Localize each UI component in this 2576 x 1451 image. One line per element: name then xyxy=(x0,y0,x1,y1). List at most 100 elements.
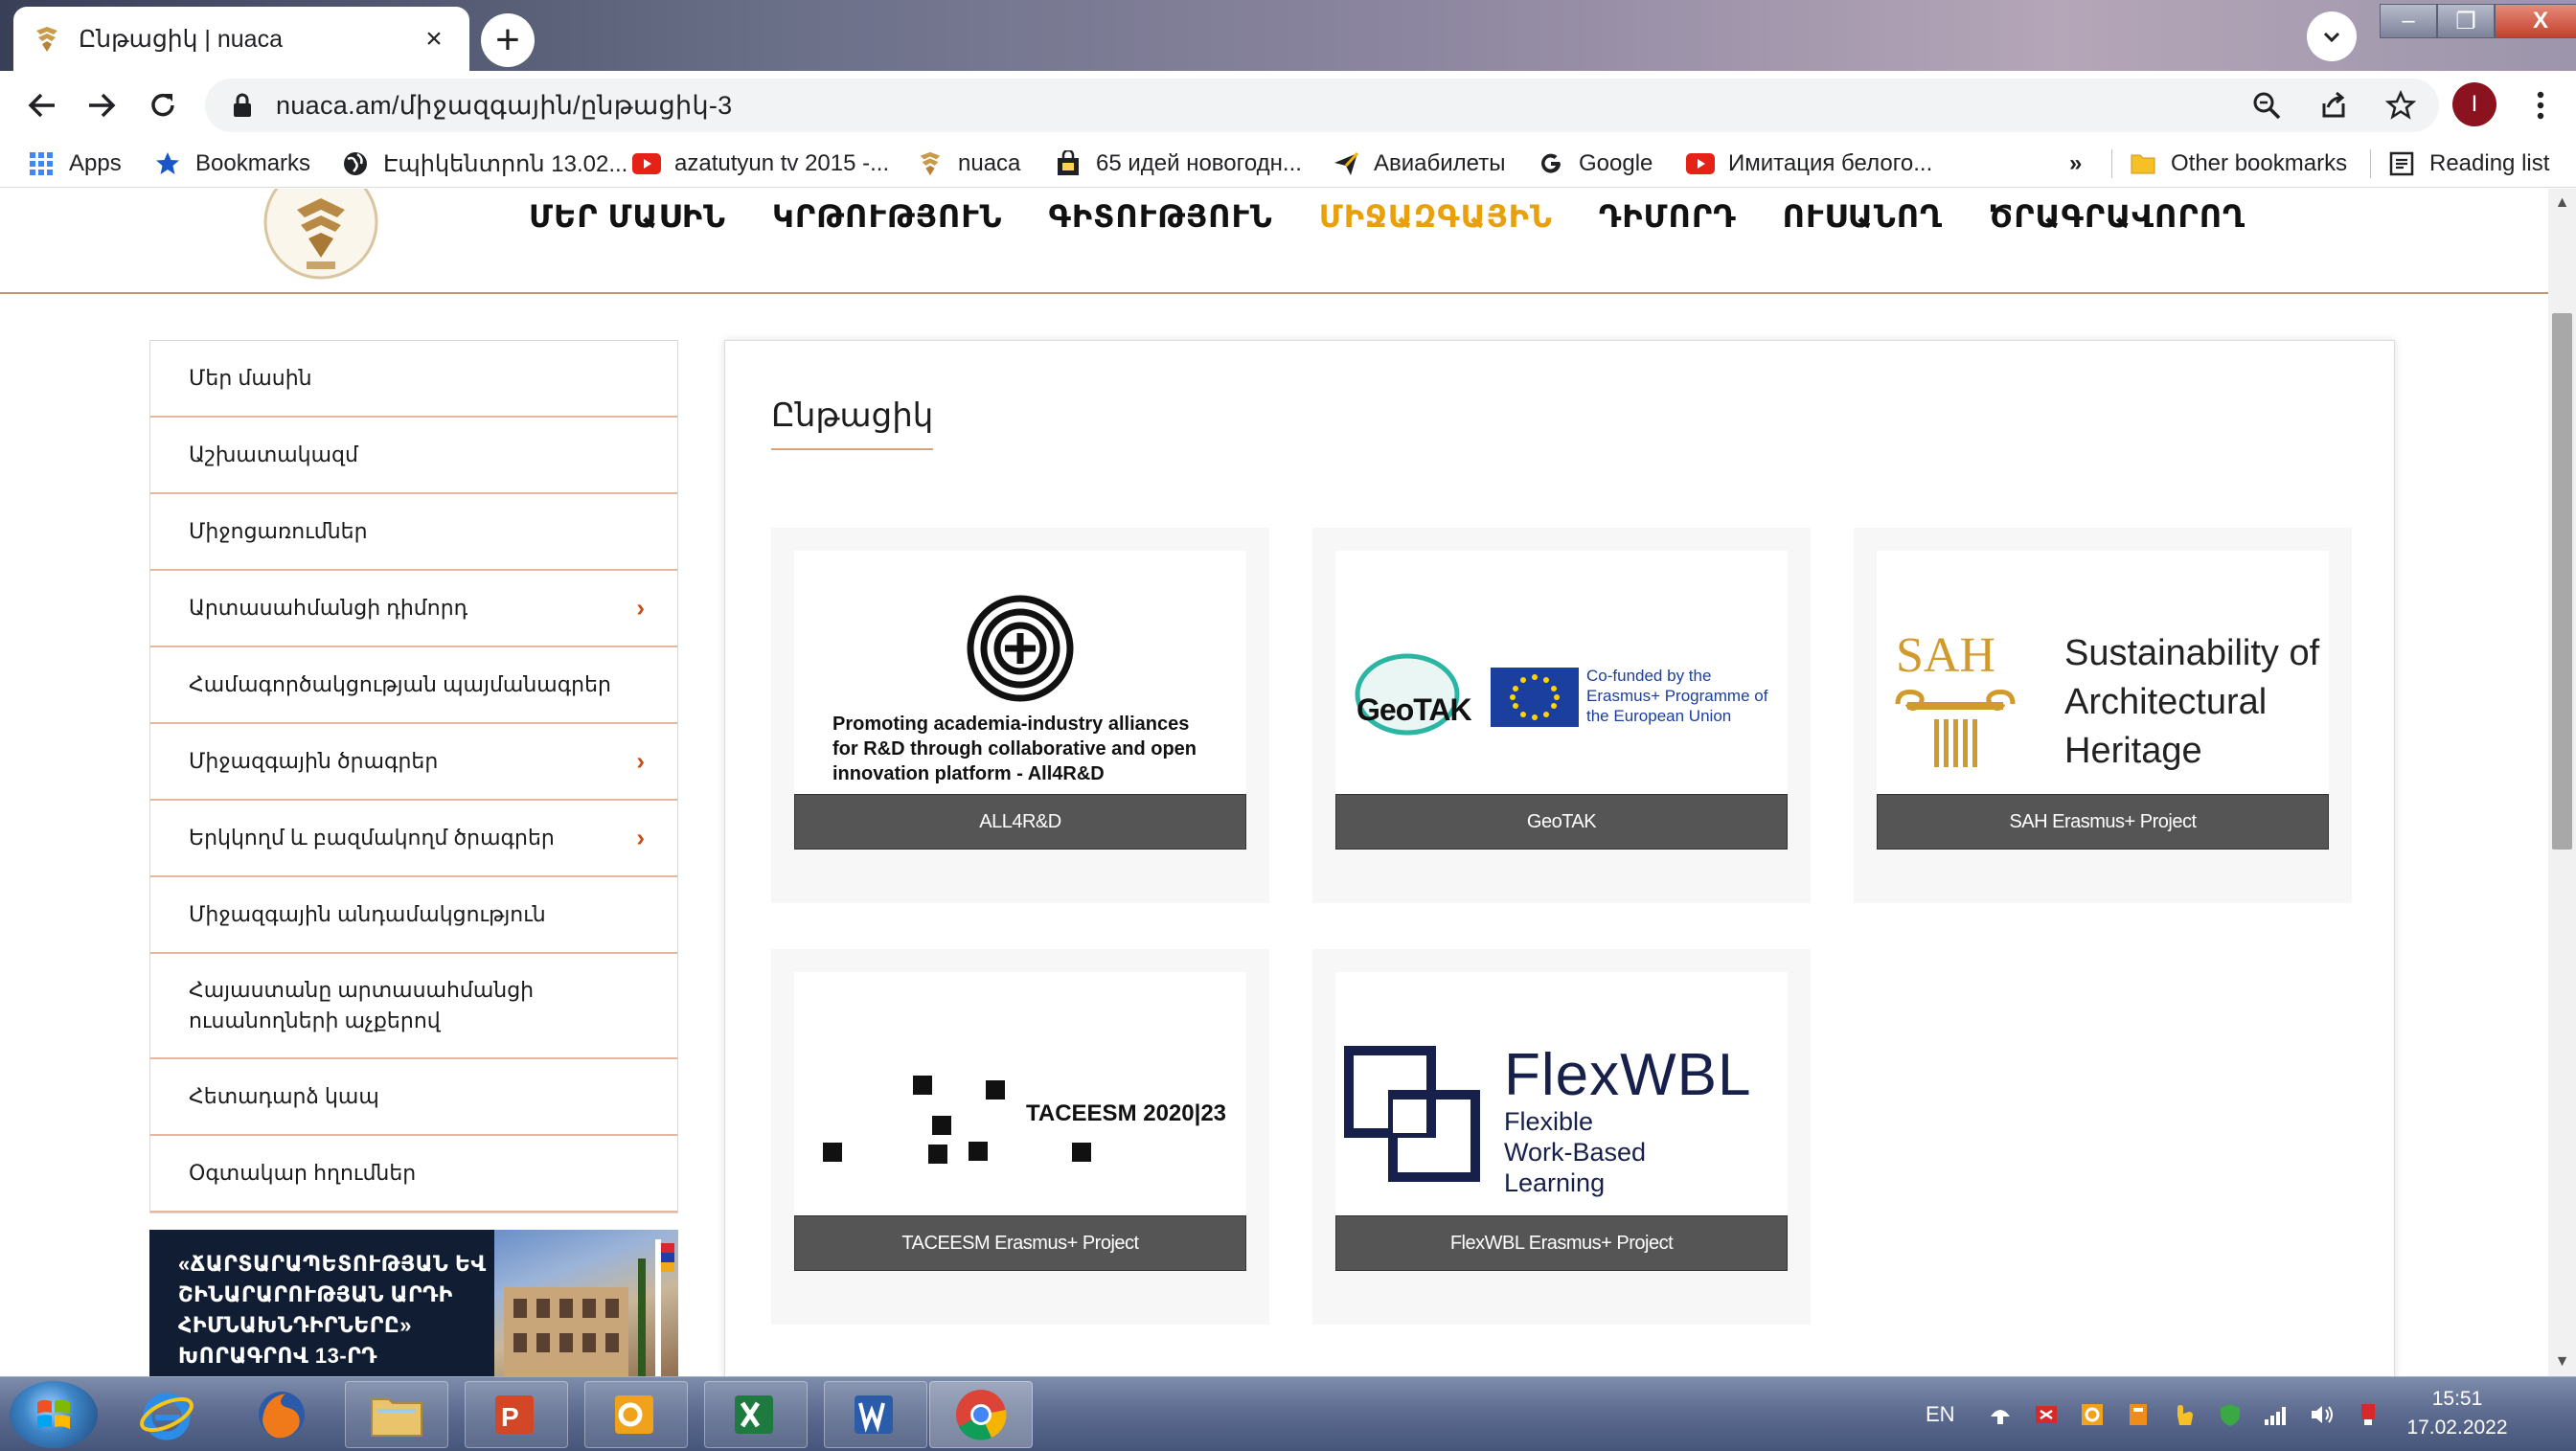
new-tab-button[interactable]: + xyxy=(481,13,535,67)
network-share-icon[interactable] xyxy=(1986,1400,2015,1429)
file-explorer-icon[interactable] xyxy=(345,1381,448,1448)
taceesm-wordmark: TACEESM 2020|23 xyxy=(1026,1100,1227,1126)
sidebar-item-international-programs[interactable]: Միջազգային ծրագրեր › xyxy=(150,724,677,801)
nav-international[interactable]: ՄԻՋԱԶԳԱՅԻՆ xyxy=(1296,198,1576,235)
restore-button[interactable]: ❐ xyxy=(2437,4,2495,38)
sidebar-item-staff[interactable]: Աշխատակազմ xyxy=(150,418,677,494)
nav-student[interactable]: ՈՒՍԱՆՈՂ xyxy=(1760,198,1966,235)
bookmark-azatutyun[interactable]: azatutyun tv 2015 -... xyxy=(632,146,889,182)
sidebar-item-contact[interactable]: Հետադարձ կապ xyxy=(150,1059,677,1136)
nav-about[interactable]: ՄԵՐ ՄԱՍԻՆ xyxy=(506,198,749,235)
scroll-up-arrow-icon[interactable]: ▲ xyxy=(2548,189,2576,217)
university-logo[interactable] xyxy=(259,189,383,284)
bookmark-epicenter[interactable]: Էպիկենտրոն 13.02... xyxy=(341,146,627,182)
internet-explorer-icon[interactable] xyxy=(115,1381,218,1448)
sah-title-line2: Architectural xyxy=(2064,682,2268,722)
tray-orange-app-icon[interactable] xyxy=(2124,1400,2153,1429)
other-bookmarks[interactable]: Other bookmarks xyxy=(2129,146,2347,182)
page-title: Ընթացիկ xyxy=(771,397,934,450)
sidebar-item-armenia-through-eyes[interactable]: Հայաստանը արտասահմանցի ուսանողների աչքեր… xyxy=(150,954,677,1059)
zoom-icon[interactable] xyxy=(2247,86,2286,125)
language-indicator[interactable]: EN xyxy=(1926,1402,1955,1427)
chevron-right-icon: › xyxy=(636,823,645,852)
bookmark-separator xyxy=(2370,149,2371,178)
outlook-icon[interactable] xyxy=(584,1381,688,1448)
project-card-geotak[interactable]: GeoTAK Co-funded by the Erasmus+ Program… xyxy=(1312,528,1811,903)
conference-banner[interactable]: «ՃԱՐՏԱՐԱՊԵՏՈՒԹՅԱՆ ԵՎ ՇԻՆԱՐԱՐՈՒԹՅԱՆ ԱՐԴԻ … xyxy=(149,1230,678,1376)
signal-bars-icon[interactable] xyxy=(2262,1400,2291,1429)
sidebar-item-bilateral-programs[interactable]: Երկկողմ և բազմակողմ ծրագրեր › xyxy=(150,801,677,877)
tray-shield-icon[interactable] xyxy=(2216,1400,2245,1429)
forward-arrow-icon[interactable] xyxy=(79,82,125,128)
project-card-flexwbl[interactable]: FlexWBL Flexible Work-Based Learning Fle… xyxy=(1312,949,1811,1325)
project-card-all4rd[interactable]: Promoting academia-industry alliances fo… xyxy=(771,528,1269,903)
share-icon[interactable] xyxy=(2314,86,2353,125)
nav-education[interactable]: ԿՐԹՈՒԹՅՈՒՆ xyxy=(749,198,1026,235)
chrome-icon[interactable] xyxy=(929,1381,1033,1448)
firefox-icon[interactable] xyxy=(230,1381,333,1448)
scrollbar-thumb[interactable] xyxy=(2552,313,2572,850)
sidebar-item-about[interactable]: Մեր մասին xyxy=(150,341,677,418)
bookmark-aviabilety[interactable]: Авиабилеты xyxy=(1332,146,1505,182)
sidebar-item-agreements[interactable]: Համագործակցության պայմանագրեր xyxy=(150,647,677,724)
profile-avatar[interactable]: I xyxy=(2452,82,2496,126)
minimize-button[interactable]: – xyxy=(2380,4,2437,38)
geotak-button[interactable]: GeoTAK xyxy=(1335,794,1788,850)
outlook-tray-icon[interactable] xyxy=(2078,1400,2107,1429)
system-clock[interactable]: 15:51 17.02.2022 xyxy=(2395,1385,2519,1442)
sidebar-item-foreign-applicant[interactable]: Արտասահմանցի դիմորդ › xyxy=(150,571,677,647)
flexwbl-subtitle-line2: Work-Based xyxy=(1504,1138,1647,1167)
project-card-taceesm[interactable]: TACEESM 2020|23 TACEESM Erasmus+ Project xyxy=(771,949,1269,1325)
sidebar-item-label: Հետադարձ կապ xyxy=(189,1084,379,1108)
start-button[interactable] xyxy=(10,1381,98,1448)
bookmark-star-icon[interactable] xyxy=(2382,86,2420,125)
bookmark-google[interactable]: Google xyxy=(1537,146,1653,182)
bookmark-apps[interactable]: Apps xyxy=(27,146,122,182)
sidebar-item-label: Միջազգային անդամակցություն xyxy=(189,902,546,926)
tab-close-icon[interactable]: × xyxy=(418,23,450,56)
taceesm-button[interactable]: TACEESM Erasmus+ Project xyxy=(794,1215,1246,1271)
excel-icon[interactable] xyxy=(704,1381,808,1448)
flexwbl-button[interactable]: FlexWBL Erasmus+ Project xyxy=(1335,1215,1788,1271)
tray-usb-icon[interactable] xyxy=(2354,1400,2382,1429)
bookmark-separator xyxy=(2111,149,2112,178)
tray-red-app-icon[interactable] xyxy=(2032,1400,2061,1429)
all4rd-button[interactable]: ALL4R&D xyxy=(794,794,1246,850)
tab-search-chevron-icon[interactable] xyxy=(2307,11,2357,61)
bookmark-label: Имитация белого... xyxy=(1728,150,1933,176)
nav-science[interactable]: ԳԻՏՈՒԹՅՈՒՆ xyxy=(1026,198,1296,235)
sidebar-item-membership[interactable]: Միջազգային անդամակցություն xyxy=(150,877,677,954)
sidebar-item-label: Միջոցառումներ xyxy=(189,519,368,543)
close-window-button[interactable]: X xyxy=(2495,4,2576,38)
sah-title-line3: Heritage xyxy=(2064,731,2202,771)
bookmark-nuaca[interactable]: nuaca xyxy=(916,146,1020,182)
url-text[interactable]: nuaca.am/միջազգային/ընթացիկ-3 xyxy=(276,91,732,121)
sidebar-item-events[interactable]: Միջոցառումներ xyxy=(150,494,677,571)
word-icon[interactable] xyxy=(824,1381,927,1448)
page-scrollbar[interactable]: ▲ ▼ xyxy=(2548,189,2576,1376)
sidebar-menu: Մեր մասին Աշխատակազմ Միջոցառումներ Արտաս… xyxy=(149,340,678,1213)
bookmarks-overflow-button[interactable]: » xyxy=(2069,146,2082,182)
scroll-down-arrow-icon[interactable]: ▼ xyxy=(2548,1348,2576,1376)
address-bar[interactable]: nuaca.am/միջազգային/ընթացիկ-3 xyxy=(205,79,2439,132)
browser-tab-active[interactable]: Ընթացիկ | nuaca × xyxy=(13,7,469,71)
nav-programmer[interactable]: ԾՐԱԳՐԱՎՈՐՈՂ xyxy=(1966,198,2268,235)
project-card-sah[interactable]: SAH Sustainability of Architectural Heri… xyxy=(1854,528,2352,903)
bookmark-imitation[interactable]: Имитация белого... xyxy=(1686,146,1932,182)
sah-title: Sustainability of Architectural Heritage xyxy=(2064,629,2319,776)
flexwbl-wordmark: FlexWBL xyxy=(1504,1042,1752,1108)
more-menu-icon[interactable] xyxy=(2521,82,2560,128)
reading-list[interactable]: Reading list xyxy=(2387,146,2549,182)
lock-icon[interactable] xyxy=(228,91,257,120)
sidebar-item-useful-links[interactable]: Օգտակար հղումներ xyxy=(150,1136,677,1213)
tray-hand-icon[interactable] xyxy=(2170,1400,2199,1429)
nav-applicant[interactable]: ԴԻՄՈՐԴ xyxy=(1576,198,1760,235)
bookmark-65-ideas[interactable]: 65 идей новогодн... xyxy=(1054,146,1302,182)
powerpoint-icon[interactable]: P xyxy=(465,1381,568,1448)
back-arrow-icon[interactable] xyxy=(19,82,65,128)
volume-icon[interactable] xyxy=(2308,1400,2337,1429)
sah-button[interactable]: SAH Erasmus+ Project xyxy=(1877,794,2329,850)
bookmark-label: Bookmarks xyxy=(195,150,311,176)
bookmark-bookmarks[interactable]: Bookmarks xyxy=(153,146,310,182)
reload-icon[interactable] xyxy=(140,82,186,128)
